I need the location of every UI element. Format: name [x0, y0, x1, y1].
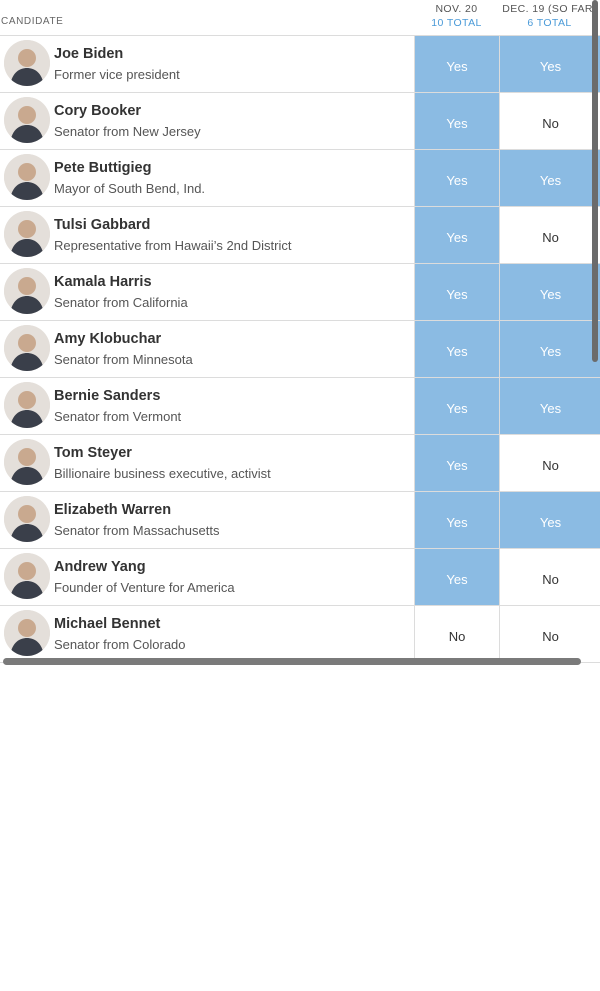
nov-qualified-cell: Yes — [414, 150, 499, 206]
nov-column-total: 10 TOTAL — [431, 17, 482, 29]
dec-qualified-cell: No — [499, 606, 600, 662]
nov-qualified-cell: Yes — [414, 264, 499, 320]
candidate-title: Senator from New Jersey — [54, 124, 201, 139]
candidate-title: Senator from Massachusetts — [54, 523, 220, 538]
nov-qualified-cell: Yes — [414, 36, 499, 92]
vertical-scrollbar[interactable] — [592, 0, 598, 362]
candidate-avatar — [4, 40, 50, 86]
candidate-avatar — [4, 211, 50, 257]
candidate-name: Tulsi Gabbard — [54, 217, 151, 233]
candidate-avatar — [4, 496, 50, 542]
dec-qualified-cell: Yes — [499, 36, 600, 92]
table-header: CANDIDATE NOV. 20 10 TOTAL DEC. 19 (SO F… — [0, 0, 600, 36]
candidate-title: Billionaire business executive, activist — [54, 466, 271, 481]
dec-qualified-cell: Yes — [499, 264, 600, 320]
dec-qualified-cell: Yes — [499, 150, 600, 206]
candidate-title: Representative from Hawaii’s 2nd Distric… — [54, 238, 292, 253]
dec-qualified-cell: No — [499, 549, 600, 605]
candidate-name: Kamala Harris — [54, 274, 152, 290]
table-row: Cory Booker Senator from New Jersey Yes No — [0, 93, 600, 150]
table-row: Tom Steyer Billionaire business executive… — [0, 435, 600, 492]
candidate-title: Senator from Colorado — [54, 637, 186, 652]
nov-qualified-cell: Yes — [414, 93, 499, 149]
candidate-name: Joe Biden — [54, 46, 124, 62]
nov-qualified-cell: Yes — [414, 492, 499, 548]
dec-qualified-cell: No — [499, 435, 600, 491]
candidate-avatar — [4, 97, 50, 143]
nov-qualified-cell: Yes — [414, 207, 499, 263]
dec-column-total: 6 TOTAL — [527, 17, 572, 29]
nov-qualified-cell: No — [414, 606, 499, 662]
dec-qualified-cell: No — [499, 93, 600, 149]
candidate-name: Bernie Sanders — [54, 388, 161, 404]
candidate-name: Tom Steyer — [54, 445, 132, 461]
candidate-name: Elizabeth Warren — [54, 502, 172, 518]
table-row: Elizabeth Warren Senator from Massachuset… — [0, 492, 600, 549]
candidate-title: Founder of Venture for America — [54, 580, 235, 595]
table-row: Amy Klobuchar Senator from Minnesota Yes Ye… — [0, 321, 600, 378]
candidate-name: Andrew Yang — [54, 559, 146, 575]
table-row: Michael Bennet Senator from Colorado No No — [0, 606, 600, 663]
table-row: Joe Biden Former vice president Yes Yes — [0, 36, 600, 93]
candidate-title: Senator from Minnesota — [54, 352, 193, 367]
candidate-avatar — [4, 610, 50, 656]
nov-column-header: NOV. 20 10 TOTAL — [414, 2, 499, 30]
candidate-name: Pete Buttigieg — [54, 160, 152, 176]
table-row: Tulsi Gabbard Representative from Hawaii’… — [0, 207, 600, 264]
dec-qualified-cell: No — [499, 207, 600, 263]
candidate-column-header: CANDIDATE — [1, 16, 64, 27]
candidate-avatar — [4, 325, 50, 371]
dec-qualified-cell: Yes — [499, 321, 600, 377]
candidate-avatar — [4, 439, 50, 485]
dec-qualified-cell: Yes — [499, 378, 600, 434]
debate-qualification-table: CANDIDATE NOV. 20 10 TOTAL DEC. 19 (SO F… — [0, 0, 600, 668]
candidate-avatar — [4, 382, 50, 428]
candidate-title: Mayor of South Bend, Ind. — [54, 181, 206, 196]
candidate-title: Senator from California — [54, 295, 188, 310]
table-row: Bernie Sanders Senator from Vermont Yes Yes — [0, 378, 600, 435]
nov-qualified-cell: Yes — [414, 321, 499, 377]
candidate-avatar — [4, 268, 50, 314]
dec-qualified-cell: Yes — [499, 492, 600, 548]
candidate-avatar — [4, 553, 50, 599]
horizontal-scrollbar[interactable] — [3, 658, 581, 665]
candidate-title: Former vice president — [54, 67, 180, 82]
nov-qualified-cell: Yes — [414, 435, 499, 491]
candidate-title: Senator from Vermont — [54, 409, 182, 424]
nov-qualified-cell: Yes — [414, 549, 499, 605]
candidate-rows: Joe Biden Former vice president Yes Yes Cory… — [0, 36, 600, 663]
table-row: Andrew Yang Founder of Venture for Americ… — [0, 549, 600, 606]
dec-column-date: DEC. 19 (SO FAR) — [502, 3, 597, 15]
candidate-name: Amy Klobuchar — [54, 331, 162, 347]
table-row: Kamala Harris Senator from California Yes Y… — [0, 264, 600, 321]
nov-qualified-cell: Yes — [414, 378, 499, 434]
candidate-avatar — [4, 154, 50, 200]
candidate-name: Michael Bennet — [54, 616, 161, 632]
table-row: Pete Buttigieg Mayor of South Bend, Ind. Y… — [0, 150, 600, 207]
candidate-name: Cory Booker — [54, 103, 142, 119]
nov-column-date: NOV. 20 — [435, 3, 478, 15]
dec-column-header: DEC. 19 (SO FAR) 6 TOTAL — [499, 2, 600, 30]
